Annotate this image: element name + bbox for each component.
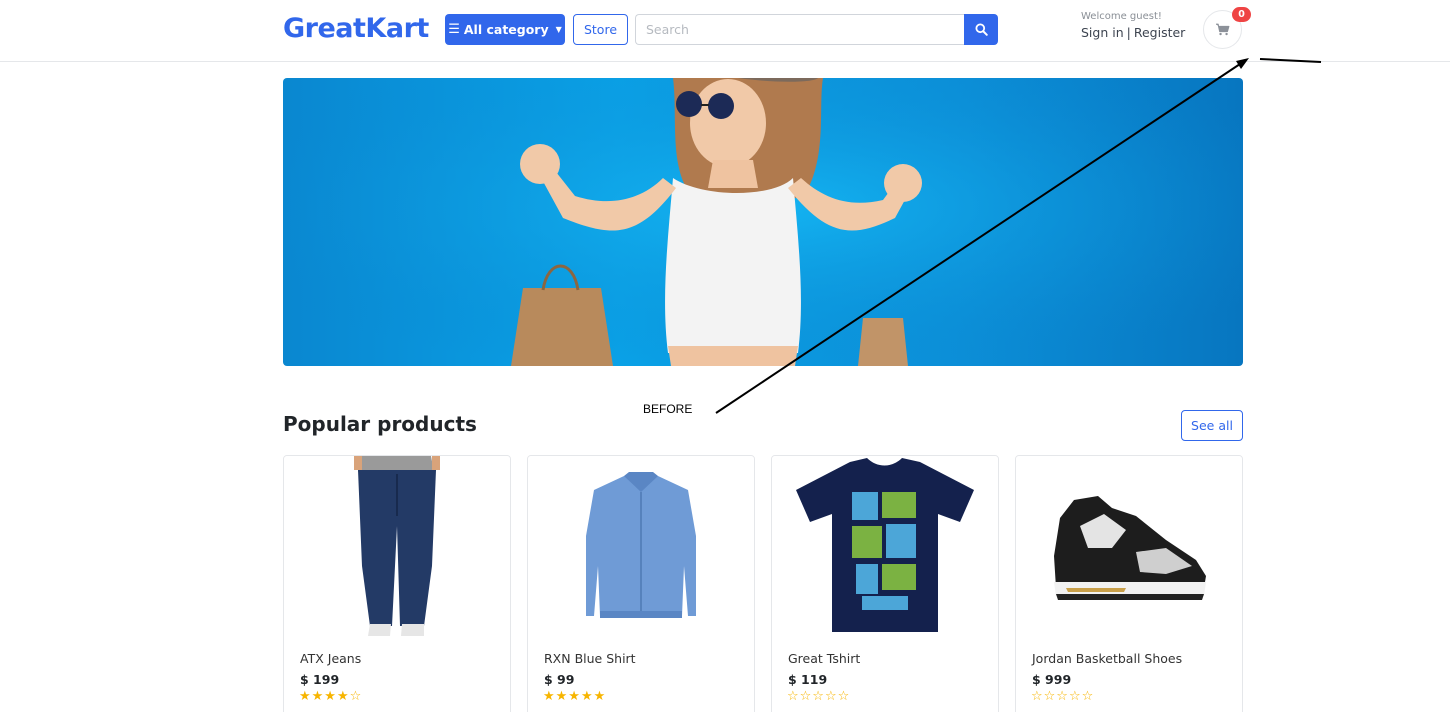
rating-stars: ★★★★★ bbox=[543, 689, 607, 704]
search-input[interactable] bbox=[635, 14, 965, 45]
cart-count-badge: 0 bbox=[1232, 7, 1251, 22]
see-all-button[interactable]: See all bbox=[1181, 410, 1243, 441]
logo[interactable]: GreatKart bbox=[283, 12, 429, 46]
welcome-text: Welcome guest! bbox=[1081, 11, 1162, 22]
menu-icon: ☰ bbox=[448, 22, 460, 37]
auth-links: Sign in | Register bbox=[1081, 25, 1185, 40]
product-card[interactable]: ATX Jeans $ 199 ★★★★☆ bbox=[283, 455, 511, 712]
product-title[interactable]: RXN Blue Shirt bbox=[544, 651, 636, 666]
product-title[interactable]: Jordan Basketball Shoes bbox=[1032, 651, 1182, 666]
hero-banner[interactable] bbox=[283, 78, 1243, 366]
search-button[interactable] bbox=[964, 14, 998, 45]
product-card[interactable]: Jordan Basketball Shoes $ 999 ☆☆☆☆☆ bbox=[1015, 455, 1243, 712]
store-button[interactable]: Store bbox=[573, 14, 628, 45]
banner-image bbox=[283, 78, 1243, 366]
logo-part-kart: Kart bbox=[365, 13, 429, 44]
all-category-label: All category bbox=[463, 22, 549, 37]
product-card[interactable]: RXN Blue Shirt $ 99 ★★★★★ bbox=[527, 455, 755, 712]
annotation-label: BEFORE bbox=[643, 402, 693, 416]
product-image-shoes bbox=[1016, 456, 1242, 636]
rating-stars: ☆☆☆☆☆ bbox=[1031, 689, 1095, 704]
product-price: $ 999 bbox=[1032, 672, 1072, 687]
all-category-button[interactable]: ☰ All category ▼ bbox=[445, 14, 565, 45]
cart-icon bbox=[1216, 23, 1230, 36]
sign-in-link[interactable]: Sign in bbox=[1081, 25, 1124, 40]
rating-stars: ☆☆☆☆☆ bbox=[787, 689, 851, 704]
search-icon bbox=[974, 23, 988, 36]
register-link[interactable]: Register bbox=[1134, 25, 1185, 40]
product-price: $ 199 bbox=[300, 672, 340, 687]
caret-down-icon: ▼ bbox=[555, 25, 562, 34]
product-image-jeans bbox=[284, 456, 510, 636]
product-price: $ 99 bbox=[544, 672, 575, 687]
product-title[interactable]: Great Tshirt bbox=[788, 651, 860, 666]
product-image-shirt bbox=[528, 456, 754, 636]
product-image-tshirt bbox=[772, 456, 998, 636]
rating-stars: ★★★★☆ bbox=[299, 689, 363, 704]
product-title[interactable]: ATX Jeans bbox=[300, 651, 361, 666]
logo-part-great: Great bbox=[283, 13, 366, 44]
product-price: $ 119 bbox=[788, 672, 828, 687]
product-card[interactable]: Great Tshirt $ 119 ☆☆☆☆☆ bbox=[771, 455, 999, 712]
auth-separator: | bbox=[1126, 25, 1131, 40]
site-header: GreatKart ☰ All category ▼ Store Welcome… bbox=[0, 0, 1450, 62]
section-title: Popular products bbox=[283, 412, 477, 436]
